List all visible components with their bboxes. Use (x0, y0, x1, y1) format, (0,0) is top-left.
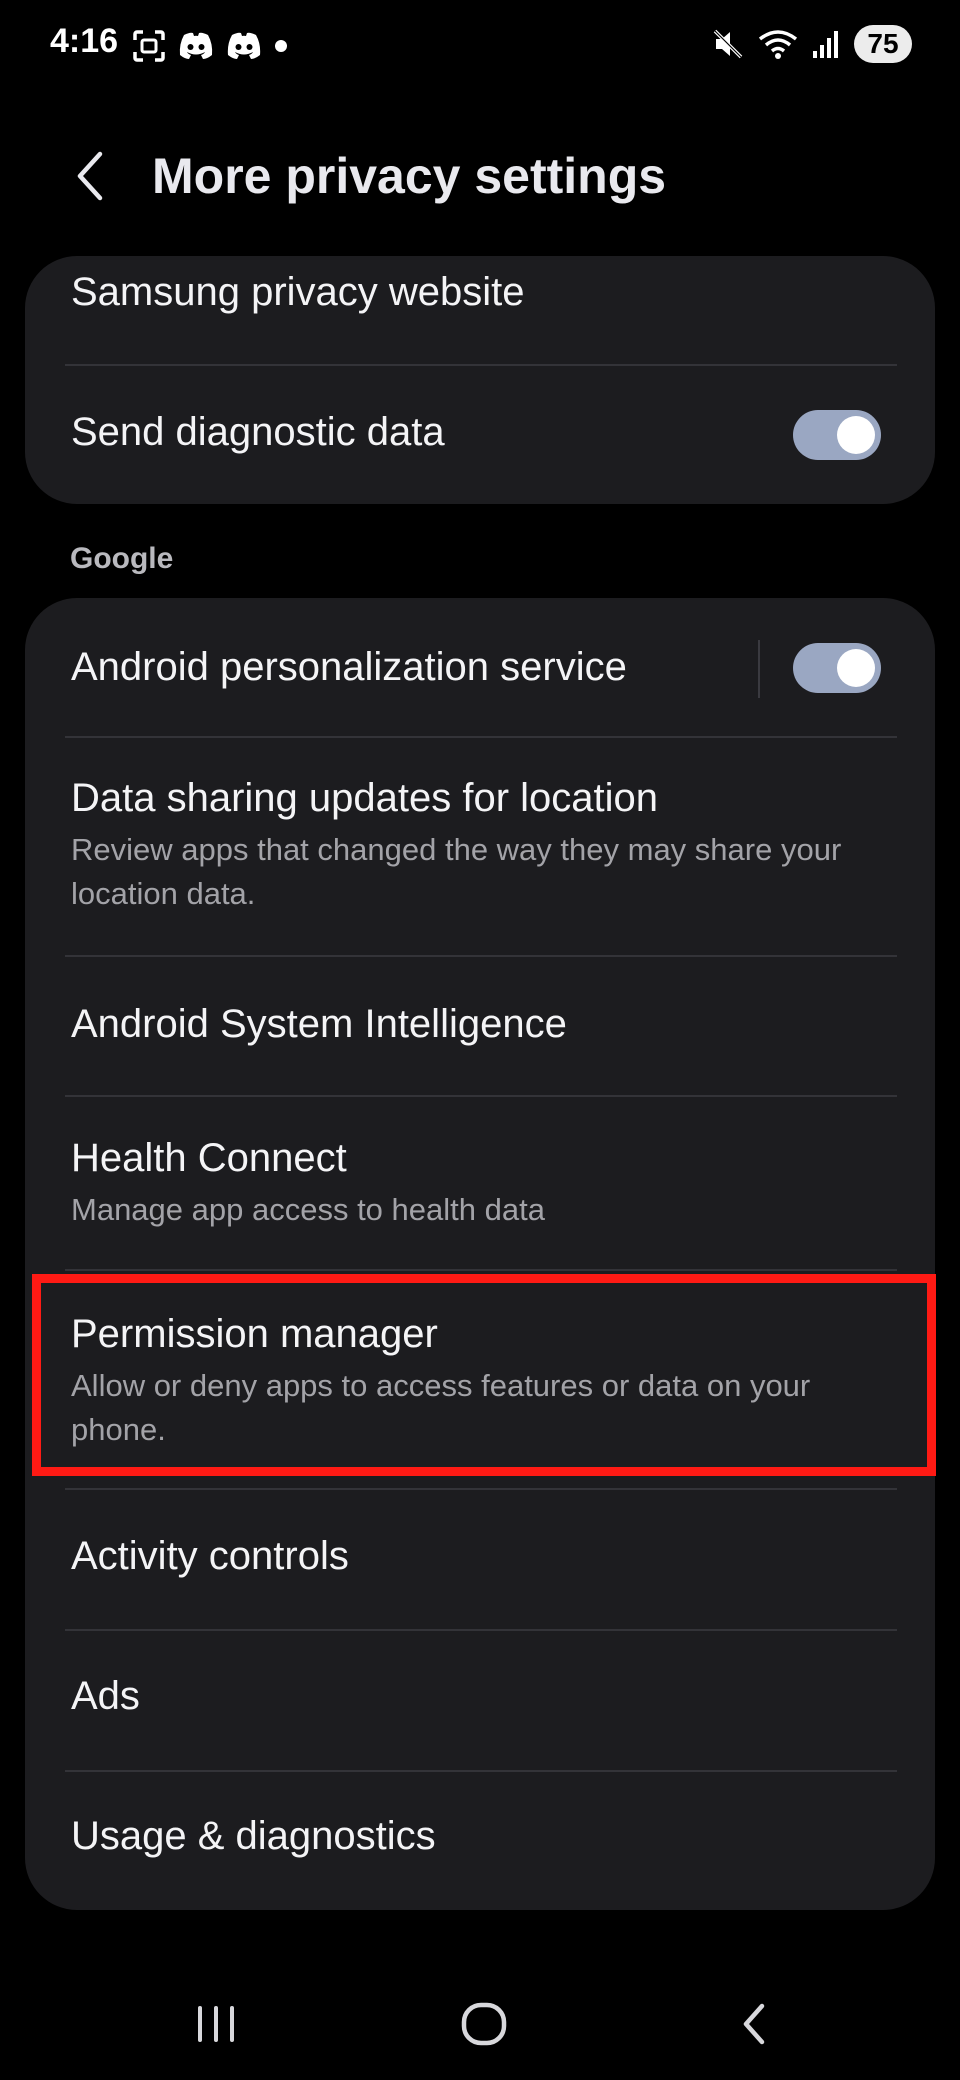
row-send-diagnostic-data[interactable]: Send diagnostic data (25, 366, 935, 504)
row-data-sharing-updates[interactable]: Data sharing updates for location Review… (25, 738, 935, 956)
signal-icon (813, 31, 838, 58)
discord-icon (179, 32, 213, 59)
app-header: More privacy settings (0, 120, 960, 230)
row-title: Ads (71, 1674, 140, 1718)
status-bar: 4:16 75 (0, 0, 960, 92)
status-time: 4:16 (50, 22, 119, 60)
row-title: Android personalization service (71, 645, 627, 689)
row-title: Data sharing updates for location (71, 776, 659, 820)
screenshot-icon (133, 30, 165, 62)
toggle-knob (837, 649, 875, 687)
row-title: Activity controls (71, 1534, 349, 1578)
row-samsung-privacy-website[interactable]: Samsung privacy website (25, 256, 935, 366)
row-title: Android System Intelligence (71, 1002, 567, 1046)
home-icon (461, 2002, 507, 2046)
row-ads[interactable]: Ads (25, 1630, 935, 1770)
row-activity-controls[interactable]: Activity controls (25, 1490, 935, 1630)
highlight-box (32, 1274, 936, 1476)
recents-icon (198, 2006, 234, 2042)
row-subtitle: Manage app access to health data (71, 1192, 545, 1227)
status-system-icons: 75 (712, 24, 912, 64)
status-notification-icons (132, 28, 288, 64)
card-samsung: Samsung privacy website Send diagnostic … (25, 256, 935, 504)
row-title: Health Connect (71, 1136, 347, 1180)
recents-button[interactable] (176, 1984, 256, 2064)
row-subtitle: Review apps that changed the way they ma… (71, 832, 842, 911)
section-label-google: Google (70, 542, 174, 575)
discord-icon (227, 32, 261, 59)
row-android-system-intelligence[interactable]: Android System Intelligence (25, 956, 935, 1096)
battery-indicator: 75 (854, 25, 912, 63)
chevron-left-icon (77, 151, 103, 201)
back-button[interactable] (62, 148, 118, 204)
navigation-bar (0, 1960, 960, 2080)
vertical-separator (758, 640, 760, 698)
battery-level: 75 (867, 28, 899, 59)
row-usage-diagnostics[interactable]: Usage & diagnostics (25, 1772, 935, 1910)
page-title: More privacy settings (152, 148, 667, 204)
back-icon (743, 2003, 765, 2045)
row-title: Send diagnostic data (71, 410, 445, 454)
row-health-connect[interactable]: Health Connect Manage app access to heal… (25, 1096, 935, 1269)
wifi-icon (758, 30, 798, 59)
card-google: Android personalization service Data sha… (25, 598, 935, 1910)
row-title: Usage & diagnostics (71, 1814, 436, 1858)
mute-icon (713, 29, 743, 59)
send-diagnostic-toggle[interactable] (793, 410, 881, 460)
row-title: Samsung privacy website (71, 270, 525, 314)
toggle-knob (837, 416, 875, 454)
android-personalization-toggle[interactable] (793, 643, 881, 693)
notification-dot-icon (275, 40, 287, 52)
nav-back-button[interactable] (714, 1984, 794, 2064)
row-android-personalization-service[interactable]: Android personalization service (25, 598, 935, 738)
home-button[interactable] (444, 1984, 524, 2064)
